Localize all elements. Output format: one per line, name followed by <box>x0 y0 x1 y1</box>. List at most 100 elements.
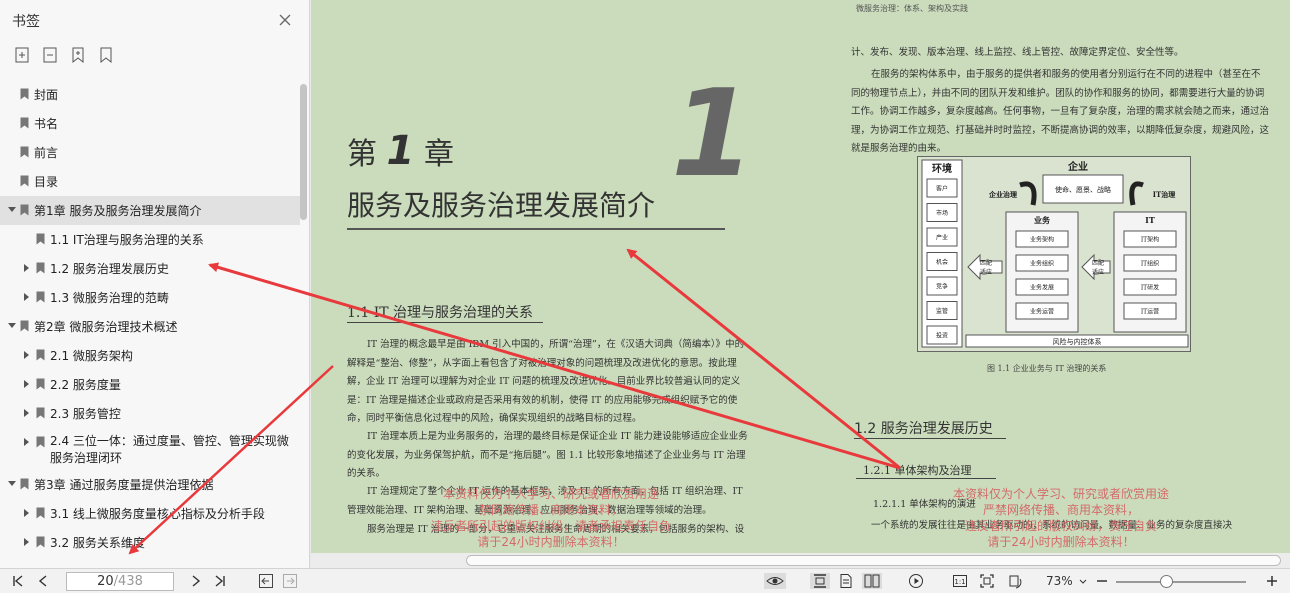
chapter-suffix: 章 <box>423 137 454 172</box>
figure-box-label: 业务发展 <box>1030 284 1054 292</box>
chevron-right-icon[interactable] <box>24 293 29 301</box>
zoom-in-icon[interactable] <box>1264 573 1280 589</box>
bookmark-icon <box>36 262 45 274</box>
zoom-slider[interactable] <box>1116 581 1246 583</box>
document-view[interactable]: 微服务治理：体系、架构及实践 第 1 章 1 服务及服务治理发展简介 1.1 I… <box>311 0 1290 568</box>
body-paragraph: 计、发布、发现、版本治理、线上监控、线上管控、故障定界定位、安全性等。 <box>851 47 1184 58</box>
bookmark-item[interactable]: 3.2 服务关系维度 <box>0 528 300 557</box>
figure-box-label: IT运营 <box>1141 308 1159 316</box>
bookmark-icon <box>36 233 45 245</box>
bookmark-item[interactable]: 第3章 通过服务度量提供治理依据 <box>0 470 300 499</box>
bookmark-label: 3.1 线上微服务度量核心指标及分析手段 <box>50 507 265 521</box>
bookmark-icon[interactable] <box>97 46 115 64</box>
body-paragraph: IT 治理的概念最早是由 IBM 引入中国的，所谓“治理”，在《汉语大词典（简编… <box>347 339 745 424</box>
horizontal-scrollbar-thumb[interactable] <box>466 555 1281 566</box>
fit-page-icon[interactable] <box>979 573 995 589</box>
expand-all-icon[interactable] <box>13 46 31 64</box>
figure-box-label: 竞争 <box>936 283 948 291</box>
chevron-down-icon[interactable] <box>1078 573 1088 589</box>
bookmark-item[interactable]: 书名 <box>0 109 300 138</box>
last-page-icon[interactable] <box>212 573 228 589</box>
bookmark-label: 3.2 服务关系维度 <box>50 536 145 550</box>
figure-box-label: 监管 <box>936 307 948 315</box>
bookmark-item[interactable]: 1.1 IT治理与服务治理的关系 <box>0 225 300 254</box>
horizontal-scrollbar[interactable] <box>311 553 1290 568</box>
bookmark-item[interactable]: 前言 <box>0 138 300 167</box>
figure-box-label: IT组织 <box>1141 260 1159 268</box>
bookmark-item[interactable]: 1.3 微服务治理的范畴 <box>0 283 300 312</box>
back-icon[interactable] <box>258 573 274 589</box>
running-head: 微服务治理：体系、架构及实践 <box>856 4 968 13</box>
chapter-prefix: 第 <box>347 137 377 172</box>
pdf-reader-window: 书签 封面 书名 前言 目录 第1章 服务及服务治理发展简介 1.1 IT治理与服务治理的… <box>0 0 1290 593</box>
double-page-icon[interactable] <box>862 573 882 589</box>
svg-text:1:1: 1:1 <box>954 578 965 586</box>
bookmark-label: 1.3 微服务治理的范畴 <box>50 291 169 305</box>
zoom-level[interactable]: 73% <box>1046 574 1073 588</box>
zoom-slider-handle[interactable] <box>1160 575 1173 588</box>
chevron-right-icon[interactable] <box>24 438 29 446</box>
forward-icon[interactable] <box>282 573 298 589</box>
bookmark-item[interactable]: 目录 <box>0 167 300 196</box>
bookmark-icon <box>20 204 29 216</box>
bookmark-item[interactable]: 第1章 服务及服务治理发展简介 <box>0 196 300 225</box>
chevron-down-icon[interactable] <box>8 481 16 486</box>
bookmark-label: 第2章 微服务治理技术概述 <box>34 320 178 334</box>
rotate-icon[interactable] <box>1006 573 1022 589</box>
figure-risk: 风险与内控体系 <box>1053 337 1102 346</box>
chevron-right-icon[interactable] <box>24 351 29 359</box>
bookmark-icon <box>36 407 45 419</box>
figure-box-label: 业务组织 <box>1030 260 1054 268</box>
collapse-all-icon[interactable] <box>41 46 59 64</box>
bookmark-item[interactable]: 封面 <box>0 80 300 109</box>
bookmark-label: 前言 <box>34 146 59 160</box>
chevron-right-icon[interactable] <box>24 538 29 546</box>
bookmark-icon <box>36 291 45 303</box>
close-icon[interactable] <box>277 12 293 28</box>
bookmark-icon <box>20 175 29 187</box>
bookmark-label: 2.3 服务管控 <box>50 407 121 421</box>
bookmark-label: 封面 <box>34 88 59 102</box>
eye-care-icon[interactable] <box>764 573 786 589</box>
bookmark-label: 1.1 IT治理与服务治理的关系 <box>50 233 204 247</box>
bookmark-item[interactable]: 2.2 服务度量 <box>0 370 300 399</box>
zoom-out-icon[interactable] <box>1094 573 1110 589</box>
section-rule <box>854 438 1006 439</box>
bookmark-item[interactable]: 2.4 三位一体：通过度量、管控、管理实现微服务治理闭环 <box>0 428 300 470</box>
chevron-down-icon[interactable] <box>8 207 16 212</box>
chevron-right-icon[interactable] <box>24 509 29 517</box>
bookmark-item[interactable]: 3.1 线上微服务度量核心指标及分析手段 <box>0 499 300 528</box>
add-bookmark-icon[interactable] <box>69 46 87 64</box>
svg-text:匹配: 匹配 <box>1092 260 1104 267</box>
chevron-right-icon[interactable] <box>24 264 29 272</box>
chevron-down-icon[interactable] <box>8 323 16 328</box>
section-rule <box>347 322 543 323</box>
figure-env-title: 环境 <box>932 162 952 175</box>
actual-size-icon[interactable]: 1:1 <box>952 573 968 589</box>
chevron-right-icon[interactable] <box>24 409 29 417</box>
previous-page-icon[interactable] <box>35 573 51 589</box>
single-page-icon[interactable] <box>838 573 854 589</box>
pdf-page: 微服务治理：体系、架构及实践 第 1 章 1 服务及服务治理发展简介 1.1 I… <box>311 0 1290 553</box>
chevron-right-icon[interactable] <box>24 380 29 388</box>
figure-box-label: 投资 <box>936 332 948 340</box>
watermark-text: 本资料仅为个人学习、研究或者欣赏用途 禁网络传播、商用本资料， 违反者所引起的版权纠… <box>430 487 671 549</box>
bookmark-item[interactable]: 1.2 服务治理发展历史 <box>0 254 300 283</box>
figure-enterprise-title: 企业 <box>1067 160 1088 173</box>
bookmark-item[interactable]: 第2章 微服务治理技术概述 <box>0 312 300 341</box>
page-number-input[interactable]: 20/438 <box>66 572 174 591</box>
section-heading-1-1: 1.1 IT 治理与服务治理的关系 <box>347 305 534 321</box>
figure-box-label: IT研发 <box>1141 284 1159 292</box>
bookmark-label: 书名 <box>34 117 59 131</box>
play-icon[interactable] <box>908 573 924 589</box>
bookmark-panel: 书签 封面 书名 前言 目录 第1章 服务及服务治理发展简介 1.1 IT治理与服务治理的… <box>0 0 310 568</box>
bookmark-label: 2.1 微服务架构 <box>50 349 133 363</box>
bookmark-item[interactable]: 2.3 服务管控 <box>0 399 300 428</box>
continuous-page-icon[interactable] <box>810 573 830 589</box>
first-page-icon[interactable] <box>10 573 26 589</box>
bookmark-item[interactable]: 2.1 微服务架构 <box>0 341 300 370</box>
sidebar-scrollbar[interactable] <box>300 84 307 220</box>
bookmark-icon <box>20 478 29 490</box>
bookmark-label: 目录 <box>34 175 59 189</box>
next-page-icon[interactable] <box>188 573 204 589</box>
